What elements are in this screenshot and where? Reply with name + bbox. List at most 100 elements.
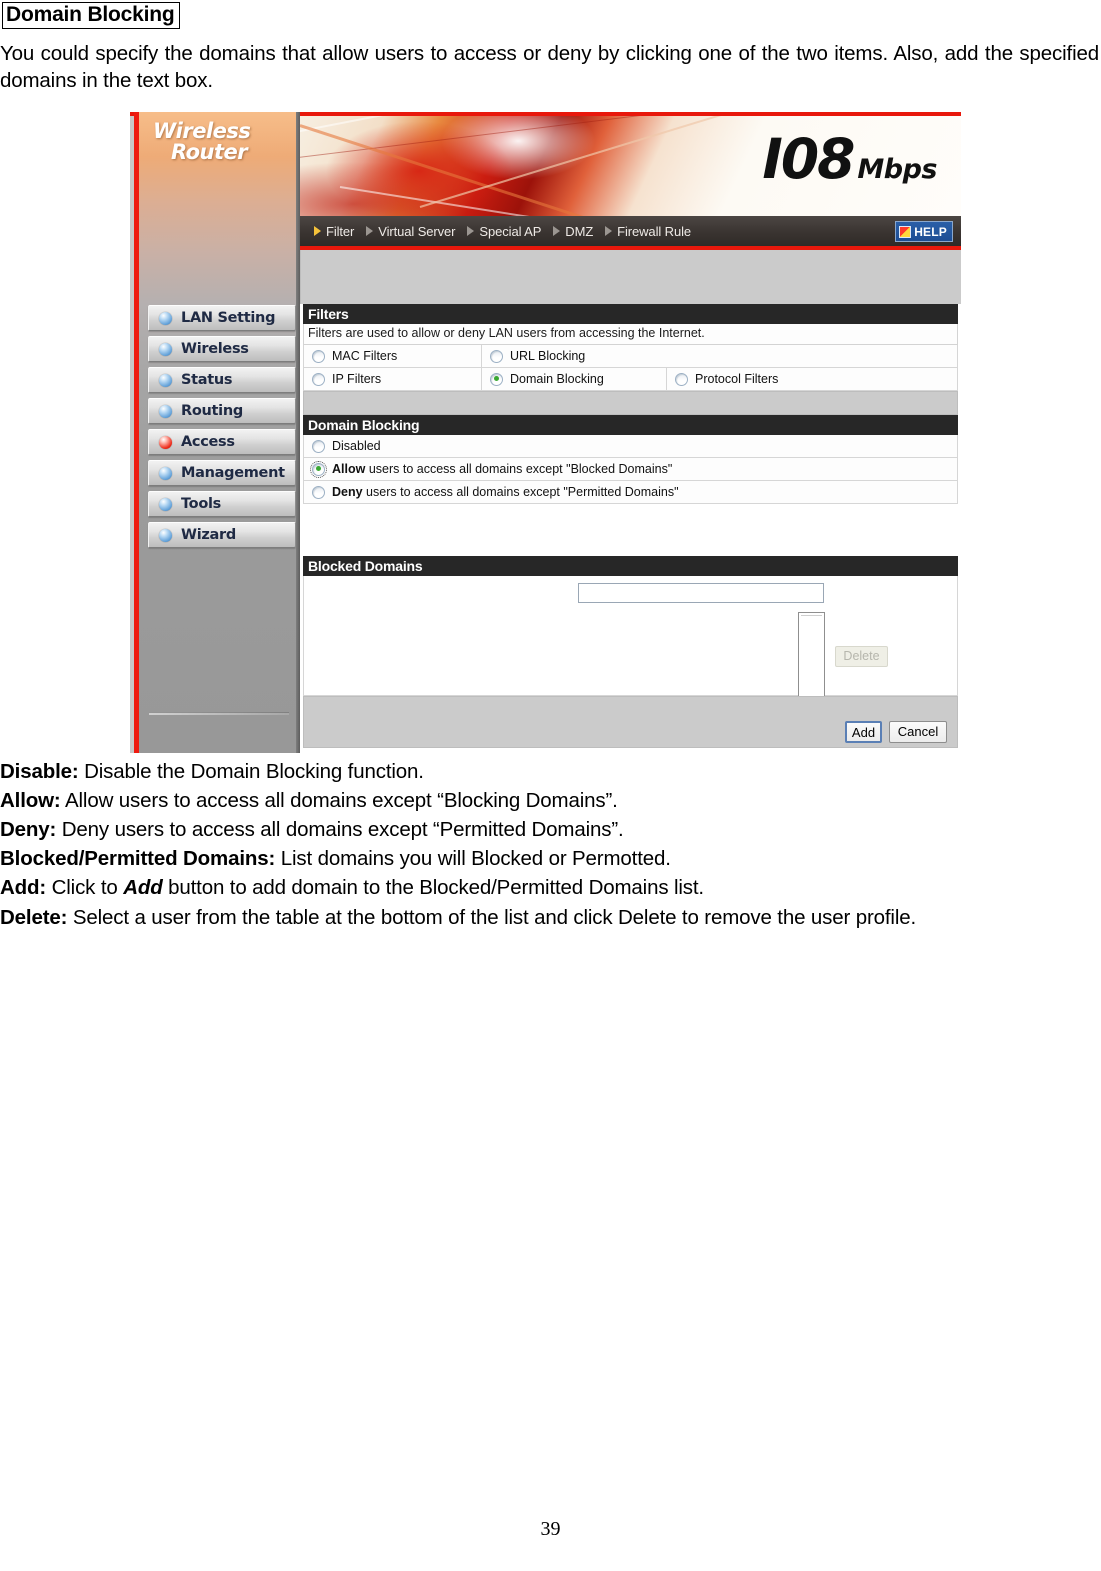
radio-icon-selected[interactable] bbox=[310, 460, 327, 478]
logo-line-1: Wireless bbox=[153, 119, 251, 143]
cancel-button[interactable]: Cancel bbox=[889, 721, 947, 743]
radio-label: Deny users to access all domains except … bbox=[332, 485, 679, 499]
bullet-icon bbox=[159, 497, 172, 511]
document-page: Domain Blocking You could specify the do… bbox=[0, 0, 1101, 1571]
desc-term: Add: bbox=[0, 876, 47, 900]
sidebar-item-wizard[interactable]: Wizard bbox=[148, 522, 296, 548]
desc-emphasis: Add bbox=[123, 876, 163, 900]
sidebar-item-label: Wireless bbox=[181, 341, 249, 357]
triangle-right-icon bbox=[605, 226, 613, 236]
sidebar-item-label: LAN Setting bbox=[181, 310, 276, 326]
sidebar-item-management[interactable]: Management bbox=[148, 460, 296, 486]
desc-term: Blocked/Permitted Domains: bbox=[0, 847, 276, 871]
desc-text-before: Click to bbox=[46, 876, 124, 900]
sidebar-item-routing[interactable]: Routing bbox=[148, 398, 296, 424]
desc-line-add: Add: Click to Add button to add domain t… bbox=[0, 873, 1099, 902]
nav-item-label: Special AP bbox=[479, 223, 542, 239]
add-button[interactable]: Add bbox=[845, 721, 882, 743]
nav-item-label: Firewall Rule bbox=[617, 223, 691, 239]
page-number: 39 bbox=[540, 1518, 561, 1540]
triangle-right-icon bbox=[314, 226, 321, 236]
bullet-icon bbox=[159, 404, 172, 418]
help-button-label: HELP bbox=[914, 224, 947, 239]
radio-icon[interactable] bbox=[675, 372, 688, 386]
nav-item-virtual-server[interactable]: Virtual Server bbox=[366, 223, 456, 239]
logo-line-2: Router bbox=[171, 140, 248, 165]
radio-option-protocol-filters[interactable]: Protocol Filters bbox=[667, 368, 957, 390]
desc-text-after: button to add domain to the Blocked/Perm… bbox=[162, 876, 704, 900]
top-navbar: Filter Virtual Server Special AP DMZ Fir… bbox=[300, 216, 961, 246]
product-logo: Wireless Router bbox=[153, 119, 300, 165]
delete-button[interactable]: Delete bbox=[835, 646, 888, 667]
sidebar-item-label: Management bbox=[181, 465, 285, 481]
router-ui-screenshot: Wireless Router LAN Setting Wireless Sta… bbox=[130, 112, 961, 753]
sidebar-item-label: Status bbox=[181, 372, 233, 388]
nav-item-filter[interactable]: Filter bbox=[314, 224, 354, 239]
nav-item-label: Filter bbox=[326, 223, 355, 239]
filters-row-2: IP Filters Domain Blocking Protocol Filt… bbox=[303, 368, 958, 391]
radio-option-disabled[interactable]: Disabled bbox=[303, 435, 958, 458]
sidebar-item-wireless[interactable]: Wireless bbox=[148, 336, 296, 362]
form-footer: Add Cancel bbox=[303, 696, 958, 748]
desc-text: Deny users to access all domains except … bbox=[56, 818, 624, 842]
radio-icon-selected[interactable] bbox=[490, 372, 503, 386]
desc-line-delete: Delete: Select a user from the table at … bbox=[0, 903, 1099, 932]
desc-line-allow: Allow: Allow users to access all domains… bbox=[0, 786, 1099, 815]
domain-input[interactable] bbox=[578, 583, 824, 603]
bullet-icon bbox=[159, 373, 172, 387]
radio-label-rest: users to access all domains except "Bloc… bbox=[365, 462, 673, 476]
sidebar: Wireless Router LAN Setting Wireless Sta… bbox=[139, 112, 300, 753]
panel-spacer bbox=[303, 391, 958, 415]
sidebar-item-label: Access bbox=[181, 434, 235, 450]
desc-term: Delete: bbox=[0, 905, 68, 929]
filters-section-heading: Filters bbox=[303, 304, 958, 324]
speed-number: I08 bbox=[762, 127, 855, 191]
sidebar-divider bbox=[149, 712, 289, 715]
page-title: Domain Blocking bbox=[2, 2, 180, 30]
radio-option-url-blocking[interactable]: URL Blocking bbox=[482, 345, 957, 367]
nav-item-dmz[interactable]: DMZ bbox=[553, 224, 593, 239]
radio-option-mac-filters[interactable]: MAC Filters bbox=[304, 345, 482, 367]
triangle-right-icon bbox=[366, 226, 374, 236]
radio-label: Domain Blocking bbox=[510, 372, 604, 386]
blocked-domains-section-heading: Blocked Domains bbox=[303, 556, 958, 576]
sidebar-item-lan-setting[interactable]: LAN Setting bbox=[148, 305, 296, 331]
nav-item-label: Virtual Server bbox=[378, 223, 456, 239]
domain-blocking-section-heading: Domain Blocking bbox=[303, 415, 958, 435]
sidebar-item-label: Routing bbox=[181, 403, 243, 419]
sidebar-item-tools[interactable]: Tools bbox=[148, 491, 296, 517]
radio-icon[interactable] bbox=[312, 439, 325, 453]
triangle-right-icon bbox=[467, 226, 475, 236]
sidebar-item-label: Tools bbox=[181, 496, 221, 512]
desc-line-blocked-permitted: Blocked/Permitted Domains: List domains … bbox=[0, 844, 1099, 873]
radio-option-deny[interactable]: Deny users to access all domains except … bbox=[303, 481, 958, 504]
radio-label: URL Blocking bbox=[510, 349, 586, 363]
nav-item-firewall-rule[interactable]: Firewall Rule bbox=[605, 224, 691, 239]
bullet-icon bbox=[159, 528, 172, 542]
radio-option-domain-blocking[interactable]: Domain Blocking bbox=[482, 368, 667, 390]
desc-line-disable: Disable: Disable the Domain Blocking fun… bbox=[0, 757, 1099, 786]
radio-option-ip-filters[interactable]: IP Filters bbox=[304, 368, 482, 390]
desc-text: List domains you will Blocked or Permott… bbox=[275, 847, 671, 871]
banner-streak bbox=[419, 116, 736, 208]
sidebar-item-status[interactable]: Status bbox=[148, 367, 296, 393]
triangle-right-icon bbox=[553, 226, 561, 236]
radio-icon[interactable] bbox=[490, 349, 503, 363]
desc-line-deny: Deny: Deny users to access all domains e… bbox=[0, 815, 1099, 844]
desc-text: Select a user from the table at the bott… bbox=[67, 905, 917, 929]
help-button[interactable]: HELP bbox=[895, 221, 953, 242]
radio-label: Disabled bbox=[332, 439, 381, 453]
radio-icon[interactable] bbox=[312, 372, 325, 386]
help-icon bbox=[899, 225, 912, 238]
sidebar-item-access[interactable]: Access bbox=[148, 429, 296, 455]
radio-icon[interactable] bbox=[312, 485, 325, 499]
radio-icon[interactable] bbox=[312, 349, 325, 363]
blocked-domains-listbox[interactable] bbox=[798, 612, 825, 700]
filters-note: Filters are used to allow or deny LAN us… bbox=[303, 324, 958, 345]
bullet-active-icon bbox=[159, 435, 172, 449]
radio-label: MAC Filters bbox=[332, 349, 398, 363]
sidebar-menu: LAN Setting Wireless Status Routing Acce… bbox=[148, 305, 296, 553]
radio-option-allow[interactable]: Allow users to access all domains except… bbox=[303, 458, 958, 481]
radio-label-strong: Allow bbox=[332, 462, 366, 476]
nav-item-special-ap[interactable]: Special AP bbox=[467, 224, 541, 239]
